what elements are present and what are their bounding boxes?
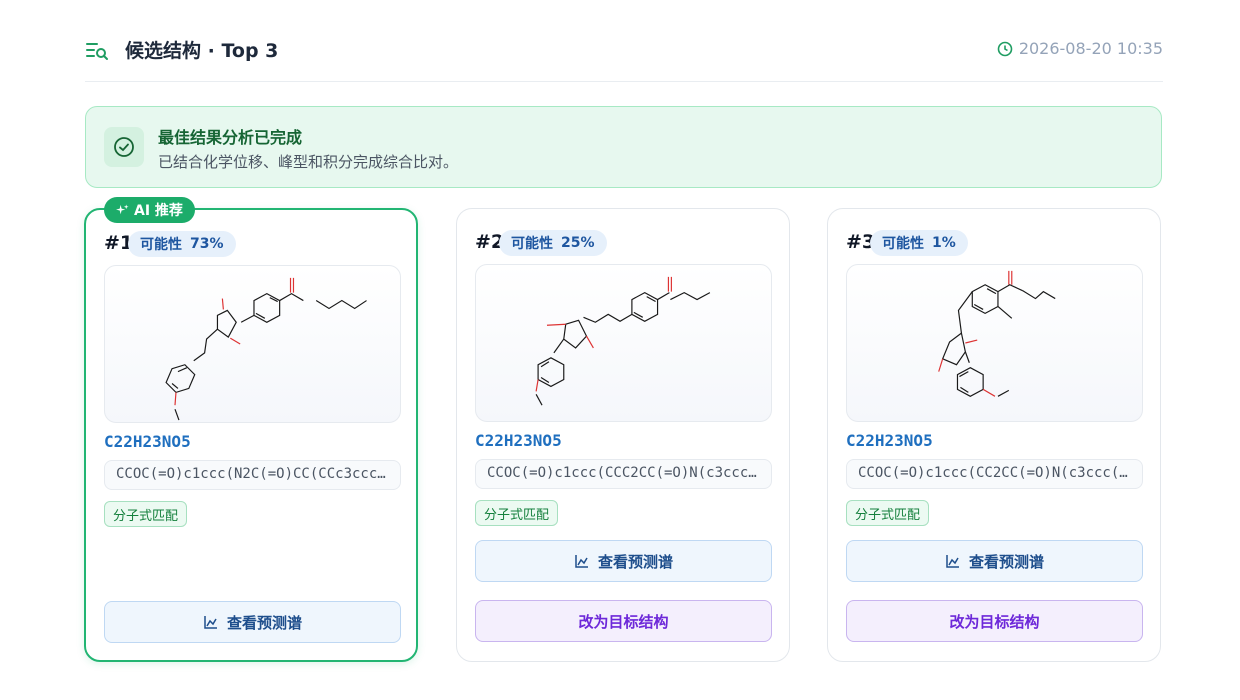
view-predicted-spectrum-button[interactable]: 查看预测谱 — [475, 540, 772, 582]
area-chart-icon — [946, 555, 959, 568]
smiles-field[interactable]: CCOC(=O)c1ccc(CCC2CC(=O)N(c3ccc(OC)cc3)C… — [475, 459, 772, 489]
candidate-card-3[interactable]: #3 可能性 1% C22H23NO5 CCOC(=O)c1ccc(CC2CC( — [827, 208, 1161, 662]
molecular-formula: C22H23NO5 — [846, 431, 933, 450]
smiles-field[interactable]: CCOC(=O)c1ccc(N2C(=O)CC(CCc3ccc(OC)cc3)C… — [104, 460, 401, 490]
set-as-target-button[interactable]: 改为目标结构 — [846, 600, 1143, 642]
molecule-drawing — [938, 270, 1056, 397]
banner-title: 最佳结果分析已完成 — [158, 128, 303, 147]
probability-pill: 可能性 73% — [128, 231, 236, 257]
area-chart-icon — [575, 555, 588, 568]
probability-label: 可能性 — [511, 236, 553, 252]
probability-value: 1% — [932, 235, 956, 251]
ai-recommend-badge: AI 推荐 — [104, 197, 195, 223]
molecule-structure-image — [104, 265, 401, 423]
view-predicted-spectrum-button[interactable]: 查看预测谱 — [846, 540, 1143, 582]
area-chart-icon — [204, 616, 217, 629]
formula-match-tag: 分子式匹配 — [846, 500, 930, 526]
formula-match-tag: 分子式匹配 — [475, 500, 559, 526]
probability-label: 可能性 — [140, 237, 182, 253]
formula-match-tag: 分子式匹配 — [104, 501, 188, 527]
view-button-label: 查看预测谱 — [597, 552, 673, 571]
view-button-label: 查看预测谱 — [226, 613, 302, 632]
molecule-structure-image — [475, 264, 772, 422]
view-predicted-spectrum-button[interactable]: 查看预测谱 — [104, 601, 401, 643]
list-search-icon — [86, 43, 108, 60]
check-icon-box — [104, 127, 144, 167]
ai-badge-label: AI 推荐 — [134, 203, 183, 219]
page-title: 候选结构 · Top 3 — [125, 40, 279, 62]
panel-header: 候选结构 · Top 3 2026-08-20 10:35 — [85, 32, 1163, 82]
candidate-card-1[interactable]: AI 推荐 #1 可能性 73% C22H23NO5 CCOC(=O)c1ccc… — [84, 197, 418, 662]
analysis-complete-banner: 最佳结果分析已完成 已结合化学位移、峰型和积分完成综合比对。 — [85, 106, 1162, 188]
molecular-formula: C22H23NO5 — [104, 432, 191, 451]
probability-value: 25% — [561, 235, 595, 251]
probability-pill: 可能性 1% — [870, 230, 968, 256]
candidate-card-2[interactable]: #2 可能性 25% C22H23NO5 CCOC(=O)c1ccc(CCC2C… — [456, 208, 790, 662]
probability-label: 可能性 — [882, 236, 924, 252]
view-button-label: 查看预测谱 — [968, 552, 1044, 571]
probability-pill: 可能性 25% — [499, 230, 607, 256]
molecule-structure-image — [846, 264, 1143, 422]
molecular-formula: C22H23NO5 — [475, 431, 562, 450]
smiles-field[interactable]: CCOC(=O)c1ccc(CC2CC(=O)N(c3ccc(OC)cc3)C2… — [846, 459, 1143, 489]
probability-value: 73% — [190, 236, 224, 252]
timestamp-text: 2026-08-20 10:35 — [1018, 39, 1163, 58]
timestamp: 2026-08-20 10:35 — [997, 39, 1163, 58]
clock-icon — [997, 41, 1013, 56]
molecule-drawing — [165, 277, 367, 421]
molecule-drawing — [535, 276, 711, 406]
banner-subtitle: 已结合化学位移、峰型和积分完成综合比对。 — [158, 153, 459, 171]
check-circle-icon — [114, 137, 134, 157]
sparkle-icon — [116, 203, 129, 214]
set-as-target-button[interactable]: 改为目标结构 — [475, 600, 772, 642]
